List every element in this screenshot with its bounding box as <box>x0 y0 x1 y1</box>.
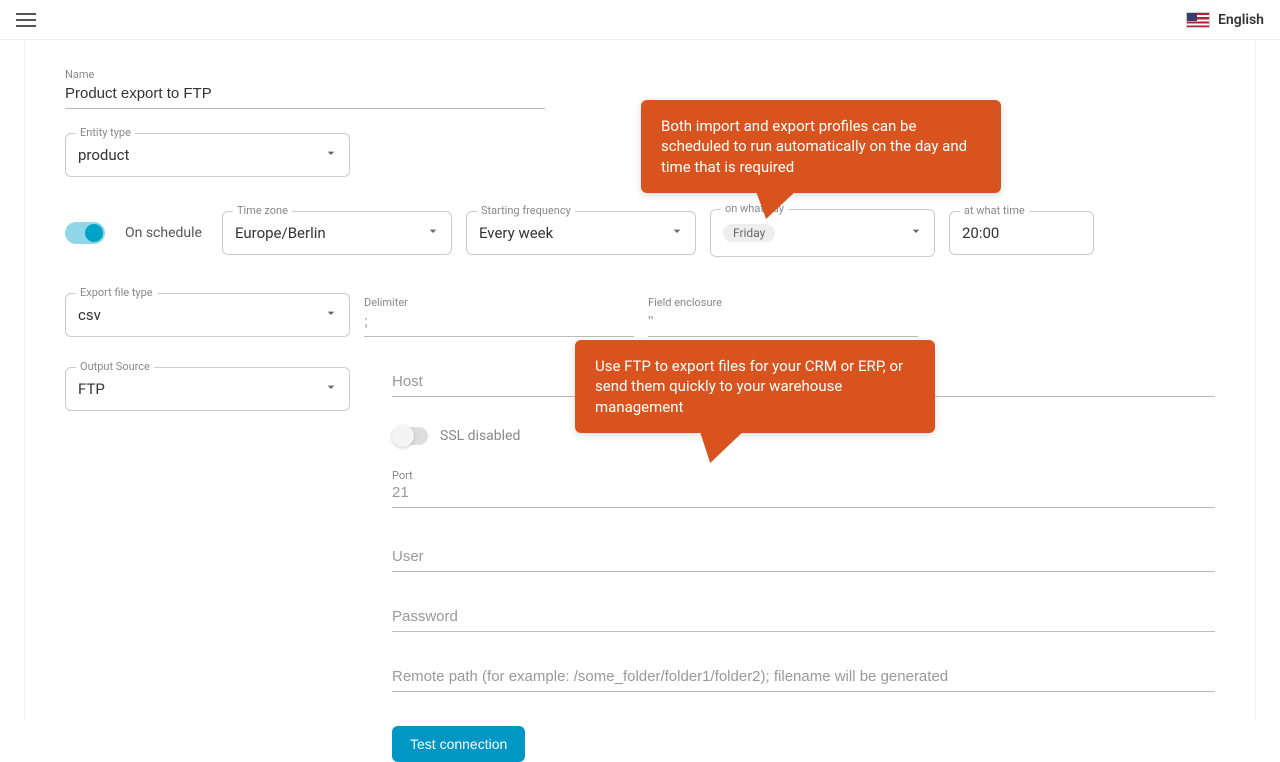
frequency-label: Starting frequency <box>477 204 575 217</box>
remote-path-field <box>392 662 1215 692</box>
name-label: Name <box>65 68 545 81</box>
callout-ftp: Use FTP to export files for your CRM or … <box>575 340 935 433</box>
callout-scheduling-text: Both import and export profiles can be s… <box>661 117 967 176</box>
callout-scheduling: Both import and export profiles can be s… <box>641 100 1001 193</box>
timezone-select[interactable]: Time zone Europe/Berlin <box>222 211 452 255</box>
language-switcher[interactable]: English <box>1186 12 1264 28</box>
export-format-row: Export file type csv Delimiter Field enc… <box>65 293 1215 337</box>
output-source-value: FTP <box>78 380 105 398</box>
timezone-value: Europe/Berlin <box>235 224 326 242</box>
entity-type-label: Entity type <box>76 126 135 139</box>
user-input[interactable] <box>392 542 1215 572</box>
export-file-type-label: Export file type <box>76 286 157 299</box>
export-file-type-select[interactable]: Export file type csv <box>65 293 350 337</box>
topbar: English <box>0 0 1280 40</box>
output-source-select[interactable]: Output Source FTP <box>65 367 350 411</box>
hamburger-menu-icon[interactable] <box>16 8 40 32</box>
enclosure-field: Field enclosure <box>648 296 918 337</box>
schedule-toggle-label: On schedule <box>125 225 202 241</box>
entity-type-value: product <box>78 146 129 164</box>
port-field: Port <box>392 469 1215 508</box>
delimiter-field: Delimiter <box>364 296 634 337</box>
remote-path-input[interactable] <box>392 662 1215 692</box>
day-chip: Friday <box>723 224 775 242</box>
export-file-type-value: csv <box>78 306 101 324</box>
callout-ftp-text: Use FTP to export files for your CRM or … <box>595 357 903 416</box>
ssl-toggle[interactable] <box>392 427 428 445</box>
password-field <box>392 602 1215 632</box>
timezone-label: Time zone <box>233 204 292 217</box>
flag-us-icon <box>1186 12 1210 28</box>
chevron-down-icon <box>323 145 339 165</box>
chevron-down-icon <box>669 223 685 243</box>
name-input[interactable] <box>65 81 545 109</box>
frequency-select[interactable]: Starting frequency Every week <box>466 211 696 255</box>
user-field <box>392 542 1215 572</box>
chevron-down-icon <box>323 379 339 399</box>
port-label: Port <box>392 469 1215 482</box>
chevron-down-icon <box>425 223 441 243</box>
delimiter-input[interactable] <box>364 309 634 337</box>
time-value: 20:00 <box>962 224 999 242</box>
chevron-down-icon <box>908 223 924 243</box>
chevron-down-icon <box>323 305 339 325</box>
profile-form: Name Entity type product On schedule Tim… <box>24 40 1256 720</box>
time-label: at what time <box>960 204 1029 217</box>
delimiter-label: Delimiter <box>364 296 634 309</box>
frequency-value: Every week <box>479 224 553 242</box>
day-select[interactable]: on what day Friday <box>710 209 935 257</box>
password-input[interactable] <box>392 602 1215 632</box>
enclosure-label: Field enclosure <box>648 296 918 309</box>
schedule-toggle[interactable] <box>65 222 105 244</box>
test-connection-button[interactable]: Test connection <box>392 726 525 762</box>
schedule-row: On schedule Time zone Europe/Berlin Star… <box>65 209 1215 257</box>
port-input[interactable] <box>392 482 1215 508</box>
ssl-label: SSL disabled <box>440 428 520 444</box>
output-source-label: Output Source <box>76 360 154 373</box>
entity-type-select[interactable]: Entity type product <box>65 133 350 177</box>
time-select[interactable]: at what time 20:00 <box>949 211 1094 255</box>
language-label: English <box>1218 12 1264 28</box>
enclosure-input[interactable] <box>648 309 918 337</box>
name-field: Name <box>65 68 545 109</box>
